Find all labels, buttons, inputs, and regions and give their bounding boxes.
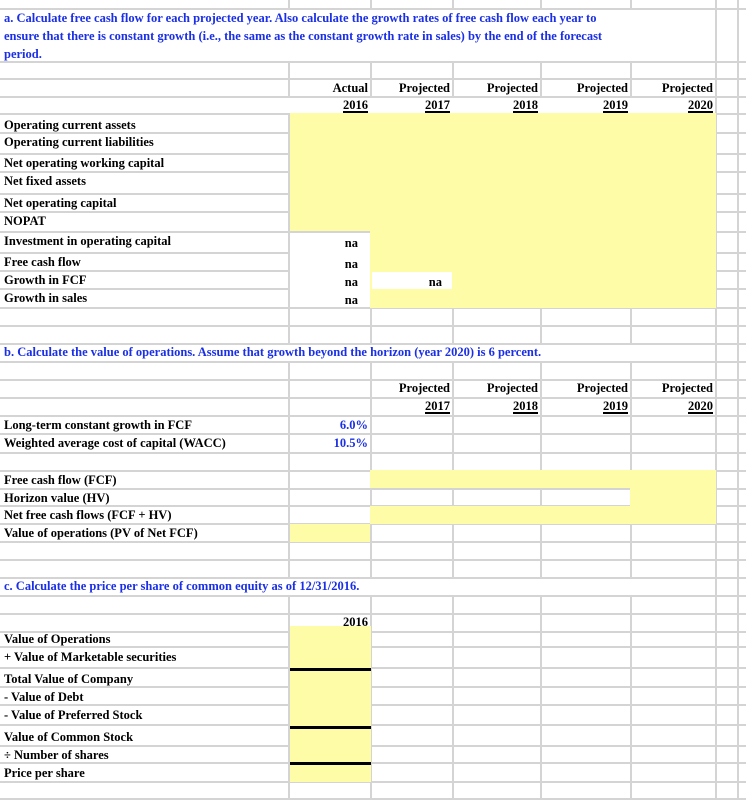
- total-line: [290, 668, 371, 671]
- input-area-projections[interactable]: [370, 231, 716, 308]
- col-header-actual: Actual: [332, 81, 368, 95]
- col-header-projected: Projected: [398, 81, 450, 95]
- row-label: NOPAT: [4, 214, 46, 228]
- col-year-2017: 2017: [425, 98, 450, 112]
- row-label: Net operating working capital: [4, 156, 165, 170]
- input-value-growth[interactable]: 6.0%: [290, 417, 368, 433]
- row-label: Horizon value (HV): [4, 491, 110, 505]
- part-a-instruction-line-3: period.: [4, 47, 42, 61]
- input-label-wacc: Weighted average cost of capital (WACC): [4, 436, 226, 450]
- row-label: - Value of Preferred Stock: [4, 708, 143, 722]
- input-area-fcf[interactable]: [370, 470, 716, 488]
- input-area-value-of-operations[interactable]: [290, 524, 370, 542]
- row-label: Investment in operating capital: [4, 234, 172, 248]
- input-area-net-fcf[interactable]: [370, 506, 716, 524]
- part-a-instruction-line-1: a. Calculate free cash flow for each pro…: [4, 11, 597, 25]
- col-year-2020: 2020: [688, 399, 713, 413]
- row-label: Operating current assets: [4, 118, 136, 132]
- row-label: Total Value of Company: [4, 672, 134, 686]
- col-year-2018: 2018: [513, 98, 538, 112]
- row-label: - Value of Debt: [4, 690, 84, 704]
- part-a-instruction-line-2: ensure that there is constant growth (i.…: [4, 29, 603, 43]
- cell-na: na: [344, 236, 358, 250]
- col-year-2020: 2020: [688, 98, 713, 112]
- row-label: Net operating capital: [4, 196, 117, 210]
- cell-na: na: [344, 275, 358, 289]
- input-value-wacc[interactable]: 10.5%: [290, 435, 368, 451]
- col-year-2019: 2019: [603, 98, 628, 112]
- row-label: Price per share: [4, 766, 85, 780]
- input-label-growth: Long-term constant growth in FCF: [4, 418, 192, 432]
- total-line: [290, 762, 371, 765]
- input-area-horizon-value[interactable]: [630, 488, 716, 506]
- col-year-2017: 2017: [425, 399, 450, 413]
- row-label: Growth in sales: [4, 291, 88, 305]
- col-header-projected: Projected: [398, 381, 450, 395]
- part-b-instruction: b. Calculate the value of operations. As…: [4, 345, 542, 359]
- row-label: Value of Common Stock: [4, 730, 134, 744]
- col-year-2016: 2016: [343, 98, 368, 112]
- row-label: Net fixed assets: [4, 174, 86, 188]
- col-header-projected: Projected: [661, 81, 713, 95]
- gridline: [737, 0, 739, 800]
- col-header-projected: Projected: [576, 381, 628, 395]
- row-label: + Value of Marketable securities: [4, 650, 177, 664]
- row-label: Value of Operations: [4, 632, 111, 646]
- input-area-operating-rows[interactable]: [290, 113, 716, 231]
- row-label: Free cash flow: [4, 255, 81, 269]
- cell-na: na: [428, 275, 442, 289]
- row-label: Free cash flow (FCF): [4, 473, 117, 487]
- cell-na: na: [344, 293, 358, 307]
- col-year-2018: 2018: [513, 399, 538, 413]
- col-header-projected: Projected: [486, 81, 538, 95]
- total-line: [290, 726, 371, 729]
- cell-na: na: [344, 257, 358, 271]
- part-c-instruction: c. Calculate the price per share of comm…: [4, 579, 360, 593]
- row-label: ÷ Number of shares: [4, 748, 109, 762]
- col-header-projected: Projected: [661, 381, 713, 395]
- col-header-projected: Projected: [576, 81, 628, 95]
- input-area-price-per-share[interactable]: [290, 626, 371, 782]
- col-year-2019: 2019: [603, 399, 628, 413]
- row-label: Operating current liabilities: [4, 135, 154, 149]
- row-label: Net free cash flows (FCF + HV): [4, 508, 172, 522]
- row-label: Value of operations (PV of Net FCF): [4, 526, 198, 540]
- col-header-projected: Projected: [486, 381, 538, 395]
- row-label: Growth in FCF: [4, 273, 87, 287]
